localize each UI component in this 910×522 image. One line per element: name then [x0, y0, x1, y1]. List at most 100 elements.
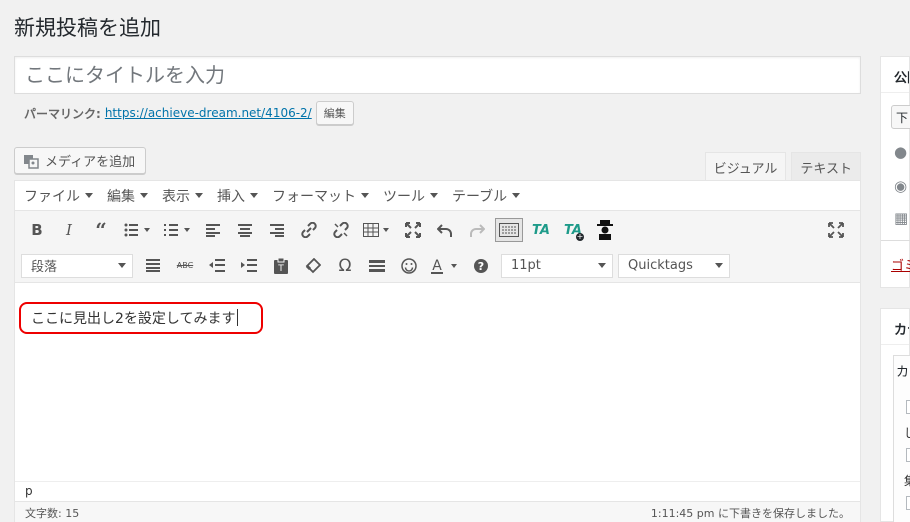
ta-icon[interactable]: TA: [525, 216, 557, 244]
special-character-icon[interactable]: Ω: [329, 252, 361, 280]
format-select[interactable]: 段落: [21, 253, 133, 278]
category-checkbox[interactable]: [906, 448, 910, 462]
tab-text[interactable]: テキスト: [791, 152, 861, 181]
font-size-select[interactable]: 11pt: [501, 253, 613, 278]
draft-status: 1:11:45 pm に下書きを保存しました。: [650, 506, 850, 520]
svg-text:A: A: [432, 258, 442, 274]
link-icon[interactable]: [293, 216, 325, 244]
category-list: カ じ 集: [893, 355, 910, 522]
menu-insert-label: 挿入: [217, 188, 245, 205]
numbered-list-icon[interactable]: [157, 216, 197, 244]
blockquote-icon[interactable]: “: [85, 216, 117, 244]
editor-statusbar: 文字数: 15 1:11:45 pm に下書きを保存しました。: [15, 501, 860, 522]
ta-plus-icon[interactable]: TA +: [557, 216, 589, 244]
strikethrough-icon[interactable]: ABC: [169, 252, 201, 280]
editor-tabs: ビジュアル テキスト: [704, 152, 861, 181]
distraction-free-icon[interactable]: [397, 216, 429, 244]
quicktags-select-value: Quicktags: [628, 258, 693, 273]
emoticon-icon[interactable]: [393, 252, 425, 280]
editor: ファイル 編集 表示 挿入 フォーマット ツール テーブル B I “ TA T…: [14, 180, 861, 522]
unlink-icon[interactable]: [325, 216, 357, 244]
element-path[interactable]: p: [15, 481, 860, 501]
menu-insert[interactable]: 挿入: [217, 186, 258, 206]
media-icon: [24, 154, 39, 169]
menu-file-label: ファイル: [24, 188, 80, 205]
menu-table-label: テーブル: [452, 188, 508, 205]
publish-divider: [881, 240, 910, 241]
category-checkbox[interactable]: [906, 496, 910, 510]
category-tab-all[interactable]: カ: [896, 361, 909, 380]
svg-text:?: ?: [478, 260, 484, 273]
redo-icon[interactable]: [461, 216, 493, 244]
svg-text:T: T: [277, 264, 284, 274]
justify-icon[interactable]: [137, 252, 169, 280]
align-right-icon[interactable]: [261, 216, 293, 244]
italic-icon[interactable]: I: [53, 216, 85, 244]
publish-box: 公開 下 ● ◉ ▦ ゴミ: [880, 56, 910, 288]
chevron-down-icon: [430, 193, 438, 198]
clear-formatting-icon[interactable]: [297, 252, 329, 280]
menu-format-label: フォーマット: [272, 188, 356, 205]
align-left-icon[interactable]: [197, 216, 229, 244]
indent-icon[interactable]: [233, 252, 265, 280]
person-icon[interactable]: [589, 216, 621, 244]
chevron-down-icon: [195, 193, 203, 198]
menu-edit[interactable]: 編集: [107, 186, 148, 206]
add-media-button[interactable]: メディアを追加: [14, 147, 147, 174]
text-color-icon[interactable]: A: [425, 252, 465, 280]
menu-table[interactable]: テーブル: [452, 186, 521, 206]
horizontal-line-icon[interactable]: [361, 252, 393, 280]
text-cursor: [236, 309, 238, 326]
font-size-select-value: 11pt: [511, 258, 541, 273]
undo-icon[interactable]: [429, 216, 461, 244]
category-checkbox[interactable]: [906, 400, 910, 414]
fullscreen-icon[interactable]: [820, 216, 852, 244]
add-media-label: メディアを追加: [45, 155, 136, 170]
help-icon[interactable]: ?: [465, 252, 497, 280]
paste-text-icon[interactable]: T: [265, 252, 297, 280]
category-label: じ: [904, 424, 910, 441]
content-paragraph-text: ここに見出し2を設定してみます: [31, 311, 236, 327]
menu-view[interactable]: 表示: [162, 186, 203, 206]
chevron-down-icon: [361, 193, 369, 198]
sidebar: 公開 下 ● ◉ ▦ ゴミ カテゴリー カ じ 集: [880, 56, 910, 522]
menu-tools[interactable]: ツール: [383, 186, 438, 206]
move-to-trash-link[interactable]: ゴミ: [891, 255, 910, 274]
eye-icon: ◉: [894, 177, 908, 195]
toolbar-row-2: 段落 ABC T Ω A ? 11pt Quicktags: [15, 249, 860, 283]
menu-view-label: 表示: [162, 188, 190, 205]
category-label: 集: [904, 472, 910, 489]
save-draft-button[interactable]: 下: [891, 105, 910, 129]
chevron-down-icon: [85, 193, 93, 198]
menu-file[interactable]: ファイル: [24, 186, 93, 206]
outdent-icon[interactable]: [201, 252, 233, 280]
calendar-icon: ▦: [894, 209, 909, 227]
page-title: 新規投稿を追加: [14, 16, 161, 40]
permalink-url-link[interactable]: https://achieve-dream.net/4106-2/: [105, 106, 312, 120]
pin-icon: ●: [894, 143, 908, 161]
quicktags-select[interactable]: Quicktags: [618, 253, 730, 278]
bullet-list-icon[interactable]: [117, 216, 157, 244]
format-select-value: 段落: [31, 260, 58, 275]
chevron-down-icon: [118, 263, 126, 268]
content-paragraph[interactable]: ここに見出し2を設定してみます: [31, 308, 238, 328]
editor-content-area[interactable]: ここに見出し2を設定してみます: [15, 283, 860, 481]
toolbar-row-1: B I “ TA TA +: [15, 211, 860, 249]
permalink-row: パーマリンク: https://achieve-dream.net/4106-2…: [24, 101, 354, 125]
menu-tools-label: ツール: [383, 188, 425, 205]
permalink-edit-button[interactable]: 編集: [315, 101, 354, 125]
chevron-down-icon: [715, 263, 723, 268]
table-icon[interactable]: [357, 216, 397, 244]
align-center-icon[interactable]: [229, 216, 261, 244]
tab-visual[interactable]: ビジュアル: [704, 152, 787, 181]
menu-format[interactable]: フォーマット: [272, 186, 369, 206]
bold-icon[interactable]: B: [21, 216, 53, 244]
menu-edit-label: 編集: [107, 188, 135, 205]
category-box-title[interactable]: カテゴリー: [881, 309, 909, 345]
permalink-label: パーマリンク:: [24, 106, 101, 121]
category-box: カテゴリー カ じ 集: [880, 308, 910, 522]
keyboard-toolbar-toggle-icon[interactable]: [495, 218, 523, 242]
publish-box-title[interactable]: 公開: [881, 57, 909, 93]
post-title-input[interactable]: ここにタイトルを入力: [14, 56, 861, 94]
chevron-down-icon: [250, 193, 258, 198]
